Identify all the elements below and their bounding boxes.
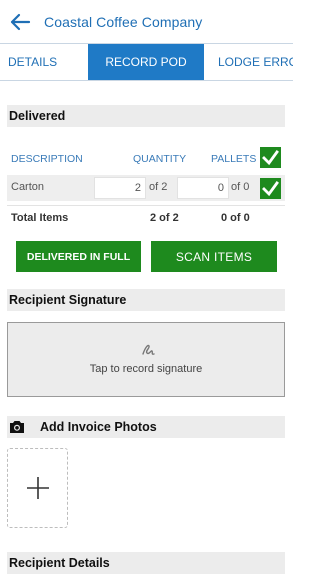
- quantity-input[interactable]: 2: [94, 177, 146, 199]
- signature-icon: [142, 344, 155, 355]
- recipient-details-heading: Recipient Details: [7, 552, 285, 574]
- row-description: Carton: [11, 181, 45, 193]
- plus-icon: [27, 477, 49, 499]
- column-quantity: QUANTITY: [133, 153, 187, 165]
- scan-items-button[interactable]: SCAN ITEMS: [151, 241, 277, 272]
- camera-icon: [10, 421, 24, 433]
- total-label: Total Items: [11, 212, 69, 224]
- invoice-photos-heading: Add Invoice Photos: [40, 420, 157, 434]
- checkmark-icon: [260, 178, 281, 199]
- table-row: Carton 2 of 2 0 of 0: [7, 175, 285, 201]
- column-pallets: PALLETS: [211, 153, 257, 165]
- pallets-of-label: of 0: [231, 181, 250, 193]
- tab-lodge-error[interactable]: LODGE ERRO: [204, 44, 293, 80]
- row-checkbox[interactable]: [260, 178, 281, 199]
- signature-pad[interactable]: Tap to record signature: [7, 322, 285, 397]
- back-button[interactable]: [0, 0, 40, 44]
- add-photo-button[interactable]: [7, 448, 68, 528]
- select-all-checkbox[interactable]: [260, 147, 281, 168]
- page-title: Coastal Coffee Company: [44, 14, 203, 30]
- delivered-table-header: DESCRIPTION QUANTITY PALLETS: [7, 146, 285, 172]
- total-quantity: 2 of 2: [150, 212, 179, 224]
- arrow-left-icon: [10, 13, 31, 31]
- tab-details[interactable]: DETAILS: [0, 44, 88, 80]
- delivered-in-full-button[interactable]: DELIVERED IN FULL: [16, 241, 141, 272]
- column-description: DESCRIPTION: [11, 153, 83, 165]
- total-pallets: 0 of 0: [221, 212, 250, 224]
- total-row: Total Items 2 of 2 0 of 0: [7, 205, 285, 229]
- quantity-of-label: of 2: [149, 181, 168, 193]
- delivered-heading: Delivered: [7, 105, 285, 127]
- invoice-photos-header: Add Invoice Photos: [7, 416, 285, 438]
- signature-heading: Recipient Signature: [7, 289, 285, 311]
- pallets-input[interactable]: 0: [177, 177, 229, 199]
- tab-record-pod[interactable]: RECORD POD: [88, 44, 204, 80]
- tab-bar: DETAILS RECORD POD LODGE ERRO: [0, 43, 293, 81]
- app-header: Coastal Coffee Company: [0, 0, 293, 44]
- signature-prompt: Tap to record signature: [89, 363, 203, 375]
- checkmark-icon: [260, 147, 281, 168]
